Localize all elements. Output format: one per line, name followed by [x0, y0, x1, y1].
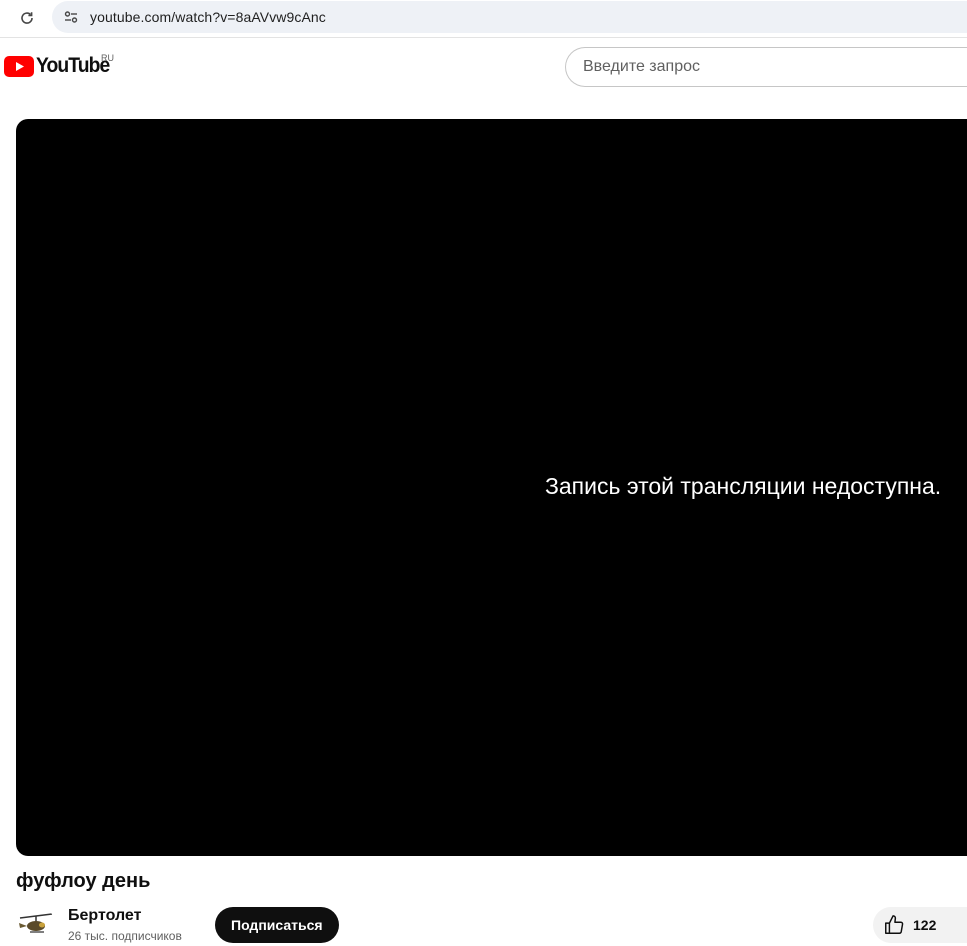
browser-toolbar: youtube.com/watch?v=8aAVvw9cAnc: [0, 0, 967, 38]
logo-wordmark: YouTube: [36, 54, 110, 77]
reload-icon: [21, 12, 33, 24]
search-input[interactable]: [583, 58, 967, 76]
channel-name[interactable]: Бертолет: [68, 907, 141, 925]
address-bar[interactable]: youtube.com/watch?v=8aAVvw9cAnc: [52, 1, 967, 33]
site-info-icon[interactable]: [60, 6, 82, 28]
owner-row: Бертолет 26 тыс. подписчиков Подписаться…: [16, 902, 967, 946]
like-count: 122: [913, 917, 937, 933]
channel-avatar[interactable]: [16, 906, 56, 946]
reload-button[interactable]: [14, 5, 40, 31]
thumbs-up-icon: [885, 915, 904, 934]
subscriber-count: 26 тыс. подписчиков: [68, 929, 182, 943]
youtube-logo[interactable]: YouTube: [4, 53, 116, 79]
subscribe-button[interactable]: Подписаться: [215, 907, 339, 943]
youtube-play-icon: [4, 55, 34, 77]
search-box: [565, 47, 967, 87]
like-button[interactable]: 122: [873, 907, 967, 943]
video-player[interactable]: Запись этой трансляции недоступна.: [16, 119, 967, 856]
player-error-message: Запись этой трансляции недоступна.: [545, 473, 942, 499]
region-code: RU: [101, 53, 114, 63]
masthead: YouTube RU: [0, 39, 967, 95]
helicopter-icon: [19, 913, 53, 933]
url-text: youtube.com/watch?v=8aAVvw9cAnc: [90, 9, 326, 25]
video-title: фуфлоу день: [16, 870, 151, 892]
